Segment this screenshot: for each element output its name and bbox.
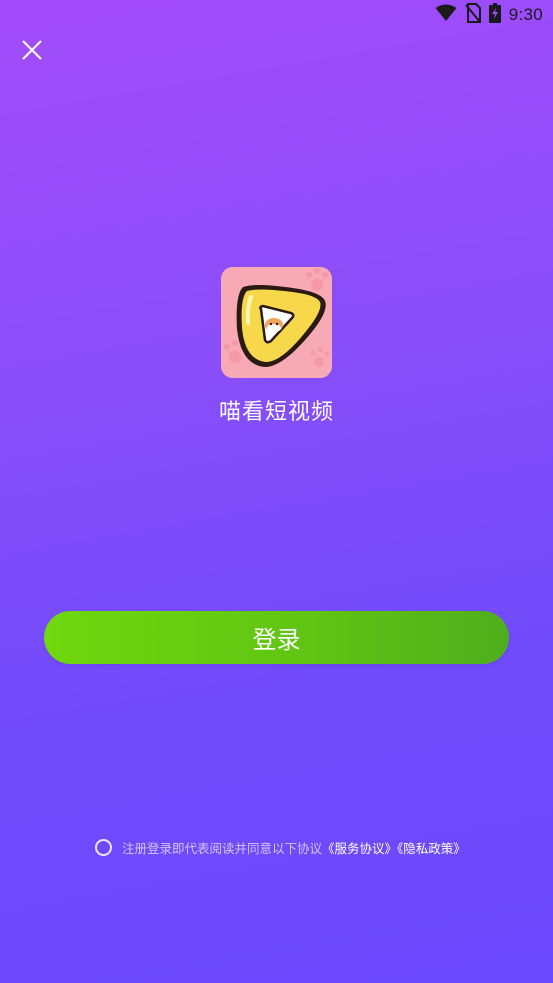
no-sim-icon (464, 3, 481, 27)
agreement-text-group: 注册登录即代表阅读并同意以下协议《服务协议》《隐私政策》 (122, 838, 466, 857)
agreement-radio[interactable] (95, 838, 112, 856)
agreement-row: 注册登录即代表阅读并同意以下协议《服务协议》《隐私政策》 (95, 836, 466, 858)
privacy-policy-link[interactable]: 《隐私政策》 (397, 841, 466, 856)
login-button[interactable]: 登录 (44, 611, 509, 664)
battery-charging-icon (488, 3, 501, 27)
status-icons: 9:30 (435, 3, 543, 27)
status-time: 9:30 (508, 5, 543, 24)
app-name: 喵看短视频 (218, 400, 334, 425)
wifi-icon (435, 4, 457, 26)
status-bar: 9:30 (0, 0, 553, 30)
close-button[interactable] (18, 38, 46, 66)
app-logo-icon (221, 267, 332, 378)
service-agreement-link[interactable]: 《服务协议》 (322, 841, 397, 856)
close-icon (21, 39, 43, 65)
agreement-text: 注册登录即代表阅读并同意以下协议 (122, 840, 323, 856)
